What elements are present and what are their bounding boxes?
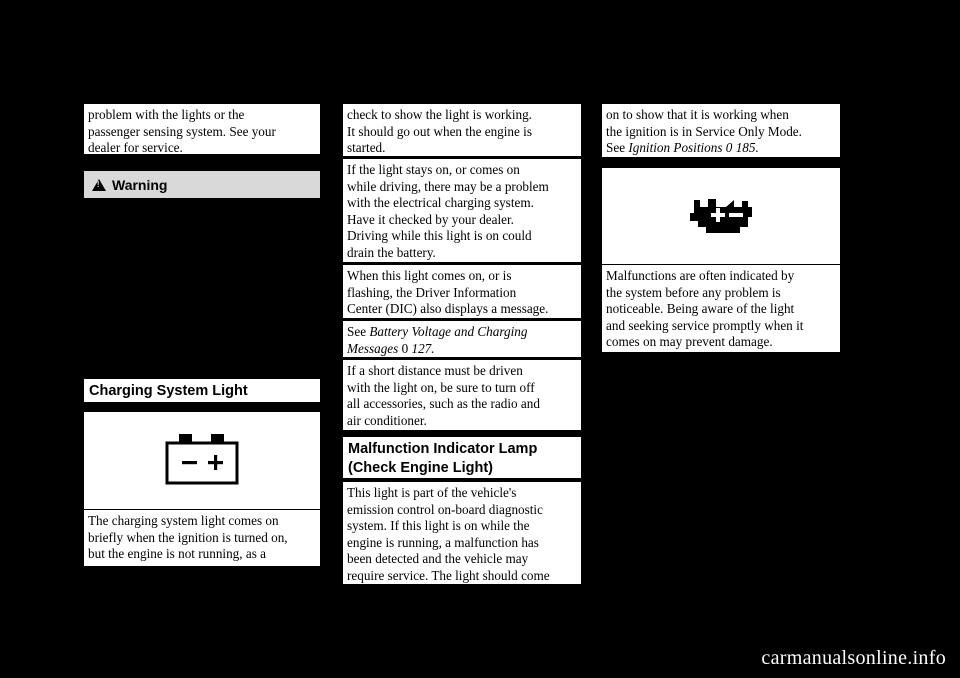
- left-body-text: The charging system light comes on brief…: [84, 510, 320, 566]
- check-engine-icon: [690, 199, 752, 233]
- battery-icon: [165, 433, 239, 484]
- charging-system-light-heading: Charging System Light: [84, 377, 320, 404]
- right-top-text: on to show that it is working when the i…: [602, 104, 840, 157]
- right-top-page-symbol: 0: [725, 140, 733, 156]
- right-top-italic-title: Ignition Positions: [628, 140, 723, 156]
- middle-block-3: When this light comes on, or is flashing…: [343, 265, 581, 319]
- middle-reference-block: See Battery Voltage and Charging Message…: [343, 321, 581, 358]
- reference-title: Battery Voltage and Charging Messages: [347, 324, 528, 356]
- reference-trailing: .: [431, 340, 435, 356]
- middle-block-1: check to show the light is working. It s…: [343, 104, 581, 157]
- battery-figure: [84, 412, 320, 510]
- warning-triangle-icon: [92, 178, 106, 191]
- reference-lead: See: [347, 324, 367, 339]
- middle-after-reference-text: If a short distance must be driven with …: [343, 360, 581, 430]
- reference-page-number: 127: [411, 340, 432, 356]
- warning-label: Warning: [112, 176, 168, 193]
- right-top-period: .: [755, 140, 759, 156]
- right-body-text: Malfunctions are often indicated by the …: [602, 265, 840, 352]
- watermark: carmanualsonline.info: [761, 647, 946, 669]
- middle-body-text: This light is part of the vehicle's emis…: [343, 482, 581, 584]
- manual-page: problem with the lights or the passenger…: [0, 0, 960, 678]
- middle-block-2: If the light stays on, or comes on while…: [343, 159, 581, 263]
- left-intro-text: problem with the lights or the passenger…: [84, 104, 320, 155]
- malfunction-indicator-lamp-heading: Malfunction Indicator Lamp (Check Engine…: [343, 435, 581, 480]
- right-top-page-number: 185: [735, 140, 756, 156]
- check-engine-figure: [602, 168, 840, 265]
- warning-box: Warning: [84, 171, 320, 198]
- reference-page-symbol: 0: [401, 340, 409, 356]
